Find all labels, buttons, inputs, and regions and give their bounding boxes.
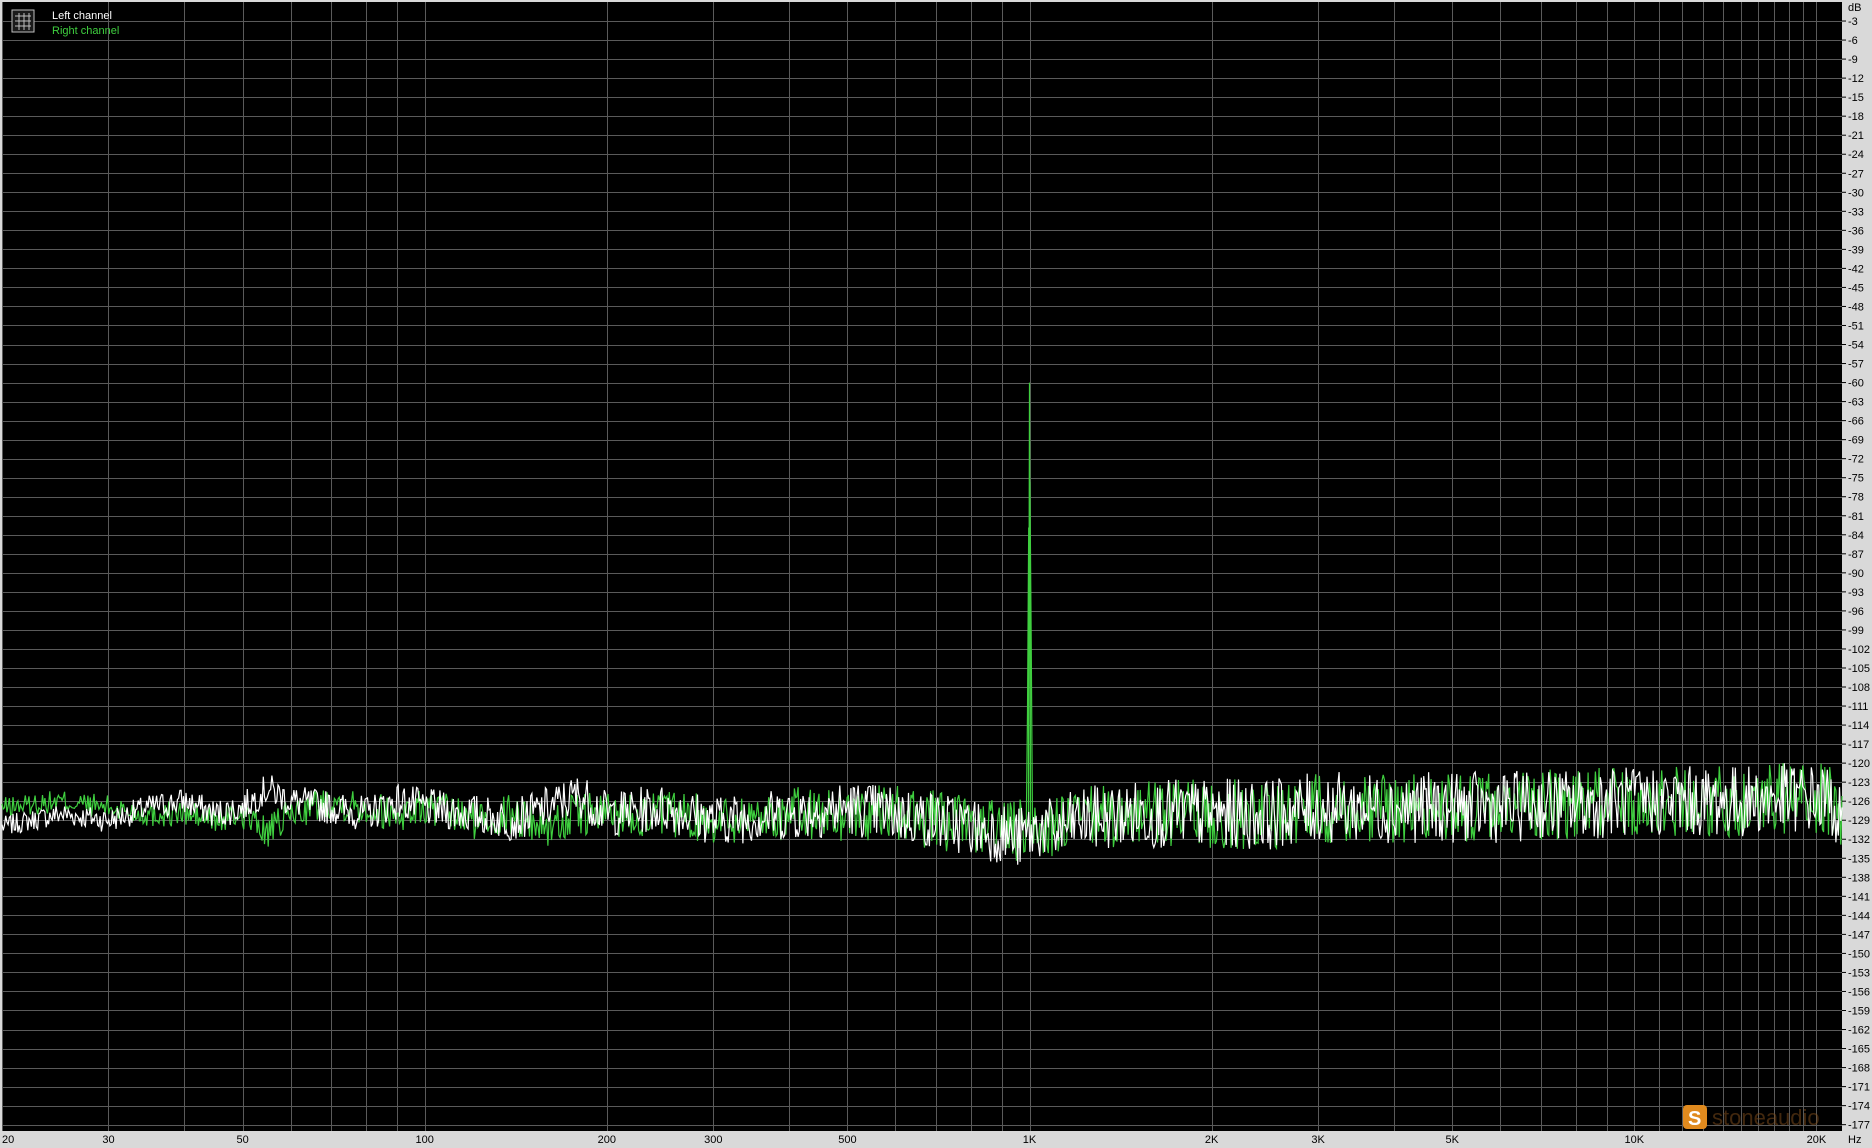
x-tick-label: 1K (1023, 1134, 1037, 1146)
y-tick-label: -72 (1848, 454, 1864, 466)
y-tick-label: -84 (1848, 530, 1864, 542)
y-axis: dB -3 -6 -9 -12 -15 -18 -21 -24 -27 -30 -33 -36 -39 -4… (1842, 2, 1870, 1132)
y-tick-label: -96 (1848, 606, 1864, 618)
y-tick-label: -42 (1848, 263, 1864, 275)
spectrum-icon[interactable] (11, 9, 35, 33)
x-tick-label: 500 (838, 1134, 856, 1146)
y-tick-label: -150 (1848, 948, 1870, 960)
y-tick-label: -99 (1848, 625, 1864, 637)
legend-left-channel: Left channel (52, 10, 112, 22)
y-tick-label: -153 (1848, 967, 1870, 979)
y-tick-label: -105 (1848, 663, 1870, 675)
y-tick-label: -54 (1848, 340, 1864, 352)
y-tick-label: -24 (1848, 149, 1864, 161)
watermark-text: stoneaudio (1712, 1105, 1820, 1130)
y-tick-label: -6 (1848, 35, 1858, 47)
x-tick-label: 30 (102, 1134, 114, 1146)
svg-text:S: S (1688, 1108, 1701, 1130)
y-tick-label: -144 (1848, 910, 1870, 922)
y-axis-unit: dB (1848, 2, 1861, 14)
y-tick-label: -156 (1848, 986, 1870, 998)
x-tick-label: 2K (1205, 1134, 1219, 1146)
y-tick-label: -159 (1848, 1005, 1870, 1017)
y-tick-label: -102 (1848, 644, 1870, 656)
y-tick-label: -3 (1848, 16, 1858, 28)
x-tick-label: 100 (416, 1134, 434, 1146)
y-tick-label: -174 (1848, 1101, 1870, 1113)
y-tick-label: -147 (1848, 929, 1870, 941)
y-tick-label: -12 (1848, 73, 1864, 85)
y-tick-label: -60 (1848, 378, 1864, 390)
y-tick-label: -123 (1848, 777, 1870, 789)
spectrum-chart: dB -3 -6 -9 -12 -15 -18 -21 -24 -27 -30 -33 -36 -39 -4… (1, 2, 1870, 1146)
x-tick-label: 3K (1311, 1134, 1325, 1146)
y-tick-label: -69 (1848, 435, 1864, 447)
y-tick-label: -93 (1848, 587, 1864, 599)
y-tick-label: -138 (1848, 872, 1870, 884)
x-axis: 20 30 50 100 200 300 500 1K 2K 3K 5K 10K 20K Hz (2, 1134, 1861, 1146)
spectrum-analyzer-window: dB -3 -6 -9 -12 -15 -18 -21 -24 -27 -30 -33 -36 -39 -4… (0, 0, 1872, 1148)
y-tick-label: -108 (1848, 682, 1870, 694)
y-tick-label: -162 (1848, 1025, 1870, 1037)
plot-area (2, 2, 1842, 1131)
y-tick-label: -51 (1848, 320, 1864, 332)
x-tick-label: 20K (1807, 1134, 1827, 1146)
y-tick-label: -63 (1848, 397, 1864, 409)
y-tick-label: -117 (1848, 739, 1869, 751)
y-tick-label: -87 (1848, 549, 1864, 561)
legend-right-channel: Right channel (52, 25, 119, 37)
stone-logo-icon: S (1683, 1105, 1707, 1130)
y-tick-label: -15 (1848, 92, 1864, 104)
y-tick-label: -126 (1848, 796, 1870, 808)
y-tick-label: -45 (1848, 282, 1864, 294)
y-tick-label: -33 (1848, 206, 1864, 218)
x-tick-label: 200 (598, 1134, 616, 1146)
y-tick-label: -165 (1848, 1044, 1870, 1056)
y-tick-label: -111 (1848, 701, 1868, 713)
y-tick-label: -39 (1848, 244, 1864, 256)
x-axis-unit: Hz (1848, 1134, 1861, 1146)
watermark: S stoneaudio (1683, 1105, 1820, 1130)
y-tick-label: -120 (1848, 758, 1870, 770)
y-tick-label: -171 (1848, 1082, 1870, 1094)
y-tick-label: -75 (1848, 473, 1864, 485)
y-tick-label: -132 (1848, 834, 1870, 846)
y-tick-label: -129 (1848, 815, 1870, 827)
y-tick-label: -57 (1848, 359, 1864, 371)
y-tick-label: -48 (1848, 301, 1864, 313)
y-tick-label: -27 (1848, 168, 1864, 180)
y-tick-label: -18 (1848, 111, 1864, 123)
y-tick-label: -177 (1848, 1120, 1870, 1132)
y-tick-label: -135 (1848, 853, 1870, 865)
y-tick-label: -36 (1848, 225, 1864, 237)
y-tick-label: -78 (1848, 492, 1864, 504)
y-tick-label: -66 (1848, 416, 1864, 428)
x-tick-label: 10K (1625, 1134, 1645, 1146)
y-tick-label: -141 (1848, 891, 1870, 903)
x-tick-label: 50 (237, 1134, 249, 1146)
x-tick-label: 300 (704, 1134, 722, 1146)
y-tick-label: -81 (1848, 511, 1864, 523)
y-tick-label: -114 (1848, 720, 1869, 732)
x-tick-label: 20 (2, 1134, 14, 1146)
x-tick-label: 5K (1446, 1134, 1460, 1146)
y-tick-label: -9 (1848, 54, 1858, 66)
y-tick-label: -30 (1848, 187, 1864, 199)
y-tick-label: -168 (1848, 1063, 1870, 1075)
y-tick-label: -21 (1848, 130, 1864, 142)
y-tick-label: -90 (1848, 568, 1864, 580)
